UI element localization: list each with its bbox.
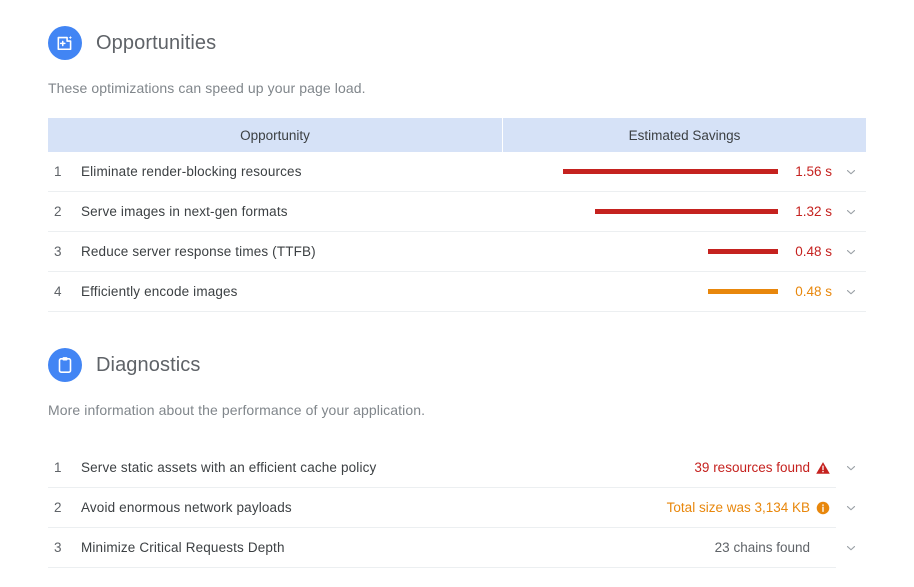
diagnostic-row[interactable]: 3 Minimize Critical Requests Depth 23 chai… bbox=[48, 528, 836, 568]
diagnostic-row[interactable]: 2 Avoid enormous network payloads Total si… bbox=[48, 488, 836, 528]
diagnostics-section: Diagnostics More information about the p… bbox=[48, 312, 866, 568]
row-number: 1 bbox=[54, 460, 62, 475]
chevron-down-icon[interactable] bbox=[836, 205, 866, 219]
opportunities-description: These optimizations can speed up your pa… bbox=[48, 80, 366, 96]
savings-value: 0.48 s bbox=[795, 284, 832, 299]
warning-triangle-icon bbox=[810, 460, 836, 476]
chevron-down-icon[interactable] bbox=[836, 541, 866, 555]
savings-bar-cell bbox=[558, 289, 778, 294]
row-number: 3 bbox=[54, 244, 62, 259]
opportunities-header: Opportunities bbox=[48, 26, 866, 60]
savings-bar bbox=[708, 249, 778, 254]
info-circle-icon bbox=[810, 500, 836, 516]
diagnostic-value: 23 chains found bbox=[714, 540, 810, 555]
opportunities-section: Opportunities These optimizations can sp… bbox=[48, 0, 866, 312]
opportunities-table: Opportunity Estimated Savings 1 Eliminate… bbox=[48, 118, 866, 312]
savings-bar-cell bbox=[558, 209, 778, 214]
opportunities-title: Opportunities bbox=[96, 31, 217, 54]
diagnostic-row-wrapper: 3 Minimize Critical Requests Depth 23 chai… bbox=[48, 528, 866, 568]
diagnostic-label: Serve static assets with an efficient ca… bbox=[81, 460, 377, 475]
opportunities-rows: 1 Eliminate render-blocking resources 1.56… bbox=[48, 152, 866, 312]
savings-bar bbox=[563, 169, 778, 174]
opportunity-document-icon bbox=[48, 26, 82, 60]
diagnostics-rows: 1 Serve static assets with an efficient c… bbox=[48, 448, 866, 568]
chevron-down-icon[interactable] bbox=[836, 285, 866, 299]
diagnostics-description: More information about the performance o… bbox=[48, 402, 426, 418]
savings-value: 1.56 s bbox=[795, 164, 832, 179]
savings-bar bbox=[708, 289, 778, 294]
row-number: 2 bbox=[54, 500, 62, 515]
savings-bar-cell bbox=[558, 249, 778, 254]
savings-value: 0.48 s bbox=[795, 244, 832, 259]
diagnostic-value: 39 resources found bbox=[694, 460, 810, 475]
savings-value: 1.32 s bbox=[795, 204, 832, 219]
opportunity-row[interactable]: 3 Reduce server response times (TTFB) 0.48… bbox=[48, 232, 866, 272]
opportunity-label: Reduce server response times (TTFB) bbox=[81, 244, 316, 259]
diagnostic-row[interactable]: 1 Serve static assets with an efficient c… bbox=[48, 448, 836, 488]
chevron-down-icon[interactable] bbox=[836, 461, 866, 475]
row-number: 2 bbox=[54, 204, 62, 219]
diagnostic-label: Avoid enormous network payloads bbox=[81, 500, 292, 515]
column-header-opportunity: Opportunity bbox=[240, 127, 310, 143]
opportunity-label: Efficiently encode images bbox=[81, 284, 238, 299]
savings-bar bbox=[595, 209, 778, 214]
chevron-down-icon[interactable] bbox=[836, 245, 866, 259]
opportunity-label: Eliminate render-blocking resources bbox=[81, 164, 302, 179]
page-root: Opportunities These optimizations can sp… bbox=[0, 0, 914, 587]
diagnostic-value: Total size was 3,134 KB bbox=[666, 500, 810, 515]
chevron-down-icon[interactable] bbox=[836, 501, 866, 515]
column-header-savings: Estimated Savings bbox=[628, 127, 741, 143]
diagnostic-label: Minimize Critical Requests Depth bbox=[81, 540, 285, 555]
opportunities-table-header: Opportunity Estimated Savings bbox=[48, 118, 866, 152]
diagnostic-row-wrapper: 1 Serve static assets with an efficient c… bbox=[48, 448, 866, 488]
opportunity-label: Serve images in next-gen formats bbox=[81, 204, 288, 219]
diagnostics-header: Diagnostics bbox=[48, 348, 866, 382]
clipboard-icon bbox=[48, 348, 82, 382]
row-number: 3 bbox=[54, 540, 62, 555]
savings-bar-cell bbox=[558, 169, 778, 174]
diagnostic-row-wrapper: 2 Avoid enormous network payloads Total si… bbox=[48, 488, 866, 528]
diagnostics-title: Diagnostics bbox=[96, 353, 201, 376]
row-number: 1 bbox=[54, 164, 62, 179]
opportunity-row[interactable]: 4 Efficiently encode images 0.48 s bbox=[48, 272, 866, 312]
opportunity-row[interactable]: 2 Serve images in next-gen formats 1.32 s bbox=[48, 192, 866, 232]
row-number: 4 bbox=[54, 284, 62, 299]
opportunity-row[interactable]: 1 Eliminate render-blocking resources 1.56… bbox=[48, 152, 866, 192]
chevron-down-icon[interactable] bbox=[836, 165, 866, 179]
